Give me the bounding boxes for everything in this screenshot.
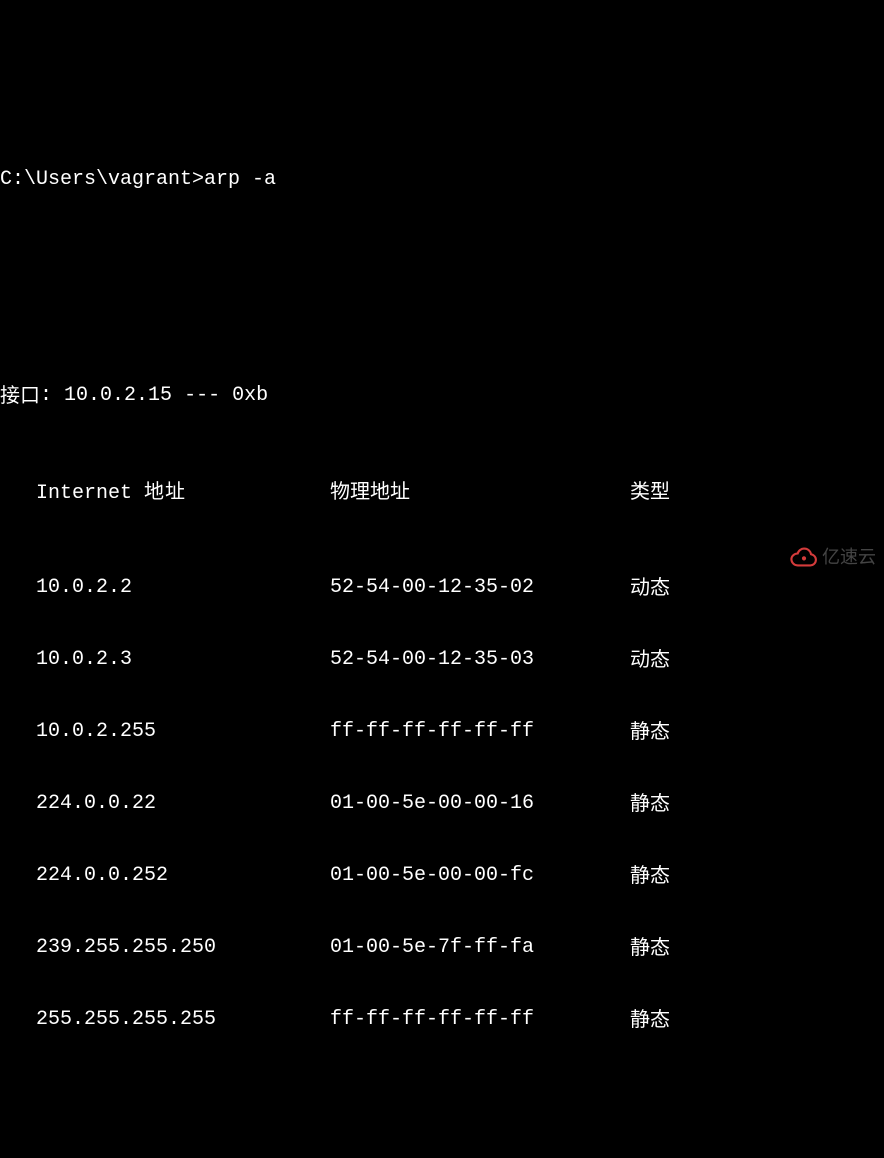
interface-header: 接口: 10.0.2.15 --- 0xb [0, 384, 884, 408]
cloud-icon [790, 547, 818, 567]
table-row: 10.0.2.252-54-00-12-35-02动态 [0, 576, 884, 600]
blank-line [0, 1104, 884, 1128]
watermark-logo: 亿速云 [790, 545, 876, 569]
table-row: 255.255.255.255ff-ff-ff-ff-ff-ff静态 [0, 1008, 884, 1032]
watermark-text: 亿速云 [822, 545, 876, 569]
blank-line [0, 264, 884, 288]
terminal-output: C:\Users\vagrant>arp -a 接口: 10.0.2.15 --… [0, 96, 884, 1158]
table-header: Internet 地址物理地址类型 [0, 480, 884, 504]
table-row: 10.0.2.352-54-00-12-35-03动态 [0, 648, 884, 672]
interface-ip: : 10.0.2.15 --- 0xb [40, 384, 268, 408]
table-row: 239.255.255.25001-00-5e-7f-ff-fa静态 [0, 936, 884, 960]
table-row: 10.0.2.255ff-ff-ff-ff-ff-ff静态 [0, 720, 884, 744]
command-line: C:\Users\vagrant>arp -a [0, 168, 884, 192]
interface-label: 接口 [0, 384, 40, 408]
prompt: C:\Users\vagrant> [0, 168, 204, 192]
table-row: 224.0.0.2201-00-5e-00-00-16静态 [0, 792, 884, 816]
table-row: 224.0.0.25201-00-5e-00-00-fc静态 [0, 864, 884, 888]
command-text: arp -a [204, 168, 276, 192]
